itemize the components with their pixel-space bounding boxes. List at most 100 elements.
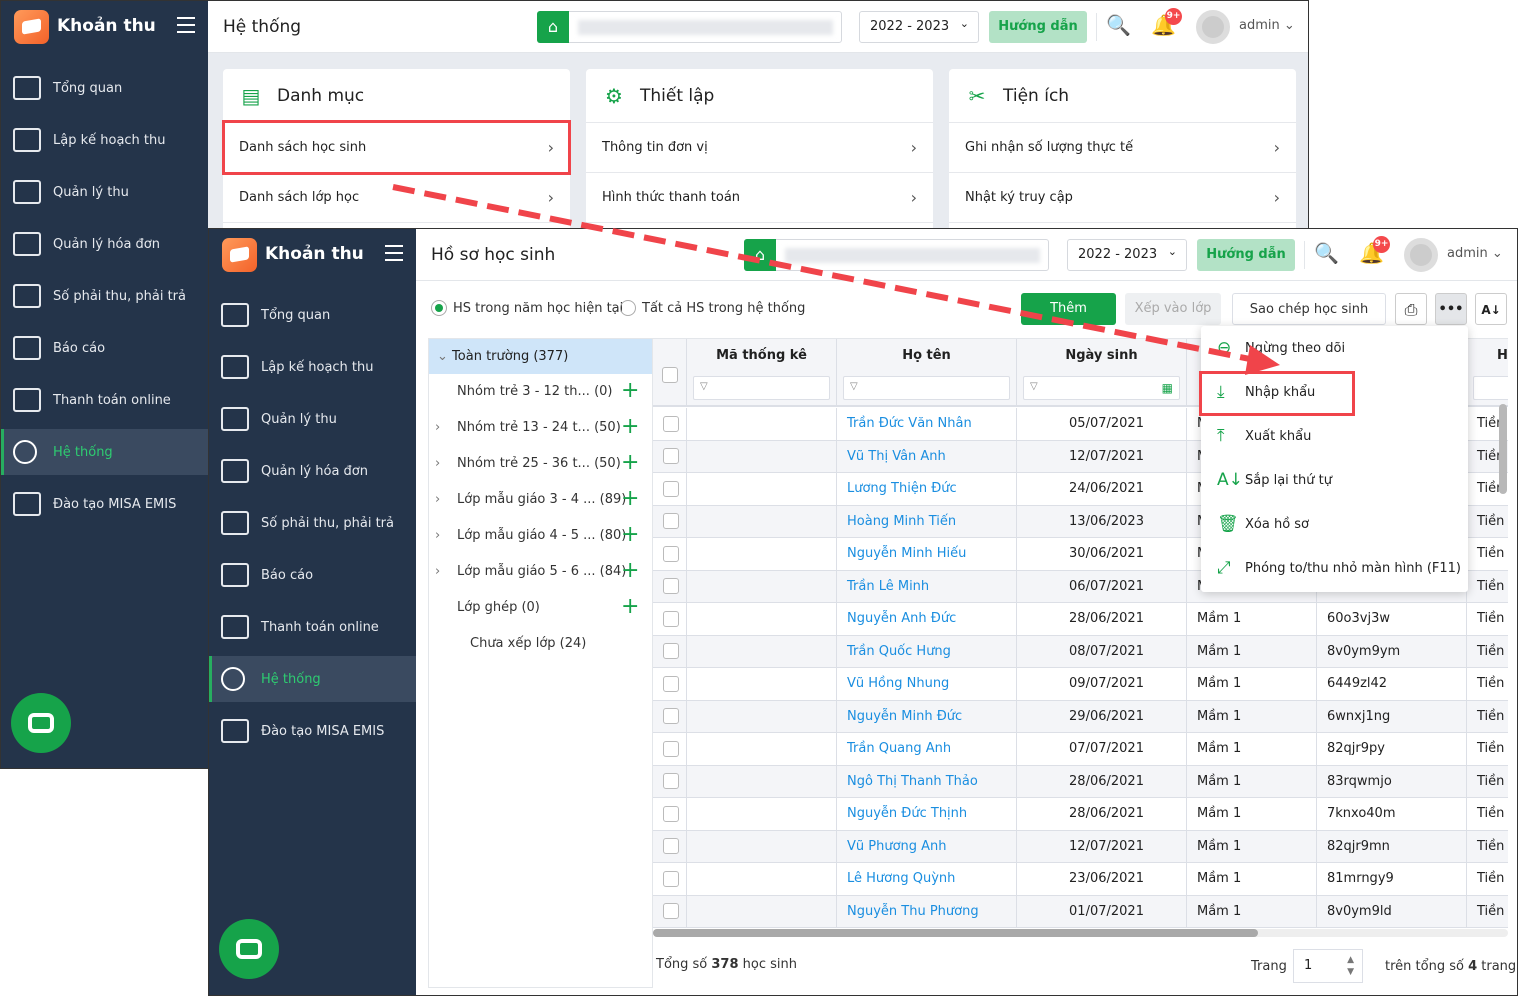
sidebar-item-pie-chart[interactable]: Báo cáo: [209, 552, 416, 598]
sidebar-item-calendar-dollar[interactable]: Lập kế hoạch thu: [1, 117, 208, 163]
cell-name[interactable]: Nguyễn Đức Thịnh: [837, 798, 1017, 830]
search-chart-icon[interactable]: 🔍: [1106, 13, 1131, 37]
cell-checkbox[interactable]: [653, 798, 687, 830]
add-icon[interactable]: +: [621, 409, 639, 445]
cell-checkbox[interactable]: [653, 473, 687, 505]
guide-button[interactable]: Hướng dẫn: [989, 11, 1087, 43]
user-menu[interactable]: admin ⌄: [1239, 18, 1295, 33]
sidebar-item-gear[interactable]: Hệ thống: [1, 429, 208, 475]
search-chart-icon[interactable]: 🔍: [1314, 241, 1339, 265]
cell-name[interactable]: Nguyễn Minh Đức: [837, 700, 1017, 733]
menu-item-sort-az[interactable]: A↓ Sắp lại thứ tự: [1201, 458, 1468, 502]
row-checkbox[interactable]: [663, 675, 679, 692]
filter-input[interactable]: ▽ ▦: [1023, 376, 1180, 400]
row-checkbox[interactable]: [663, 513, 679, 529]
table-row[interactable]: Nguyễn Thu Phương 01/07/2021 Mầm 1 8v0ym9ld…: [653, 895, 1508, 928]
row-checkbox[interactable]: [663, 708, 679, 724]
tree-node-unassigned[interactable]: Chưa xếp lớp (24): [429, 626, 652, 662]
cell-name[interactable]: Trần Quang Anh: [837, 733, 1017, 765]
menu-item-minus-circle[interactable]: ⊖ Ngừng theo dõi: [1201, 326, 1468, 370]
cell-checkbox[interactable]: [653, 668, 687, 700]
cell-stat-code[interactable]: [687, 668, 837, 700]
row-checkbox[interactable]: [663, 740, 679, 757]
cell-name[interactable]: Vũ Thị Vân Anh: [837, 440, 1017, 473]
tree-node[interactable]: Lớp ghép (0) +: [429, 590, 652, 626]
row-checkbox[interactable]: [663, 415, 679, 432]
cell-stat-code[interactable]: [687, 765, 837, 798]
stepper-icon[interactable]: ▲ ▼: [1347, 954, 1354, 978]
chat-button[interactable]: [11, 693, 71, 753]
tree-node[interactable]: › Nhóm trẻ 13 - 24 t... (50) +: [429, 410, 652, 446]
cell-stat-code[interactable]: [687, 538, 837, 570]
column-header-name[interactable]: Họ tên ▽: [837, 339, 1017, 407]
sidebar-item-card-payment[interactable]: Thanh toán online: [1, 377, 208, 423]
radio-all-students[interactable]: Tất cả HS trong hệ thống: [620, 300, 805, 316]
table-row[interactable]: Trần Quang Anh 07/07/2021 Mầm 1 82qjr9py Tiề…: [653, 733, 1508, 766]
copy-students-button[interactable]: Sao chép học sinh: [1232, 293, 1386, 325]
add-icon[interactable]: +: [621, 553, 639, 589]
cell-stat-code[interactable]: [687, 408, 837, 440]
chat-button[interactable]: [219, 919, 279, 979]
guide-button[interactable]: Hướng dẫn: [1197, 239, 1295, 271]
hamburger-icon[interactable]: [385, 245, 403, 261]
card-link[interactable]: Nhật ký truy cập ›: [949, 173, 1296, 223]
cell-stat-code[interactable]: [687, 603, 837, 635]
table-row[interactable]: Nguyễn Minh Đức 29/06/2021 Mầm 1 6wnxj1ng Ti…: [653, 700, 1508, 733]
row-checkbox[interactable]: [663, 448, 679, 464]
chevron-right-icon[interactable]: ›: [435, 518, 440, 554]
cell-name[interactable]: Trần Đức Văn Nhân: [837, 408, 1017, 440]
hamburger-icon[interactable]: [177, 17, 195, 33]
add-icon[interactable]: +: [621, 481, 639, 517]
sort-az-icon[interactable]: A↓: [1475, 293, 1507, 325]
tree-node[interactable]: › Lớp mẫu giáo 3 - 4 ... (89) +: [429, 482, 652, 518]
chevron-right-icon[interactable]: ›: [435, 482, 440, 518]
row-checkbox[interactable]: [663, 480, 679, 497]
cell-checkbox[interactable]: [653, 440, 687, 473]
cell-checkbox[interactable]: [653, 700, 687, 733]
user-menu[interactable]: admin ⌄: [1447, 246, 1503, 261]
cell-name[interactable]: Vũ Phương Anh: [837, 830, 1017, 863]
card-link[interactable]: Ghi nhận số lượng thực tế ›: [949, 123, 1296, 173]
add-icon[interactable]: +: [621, 445, 639, 481]
table-row[interactable]: Ngô Thị Thanh Thảo 28/06/2021 Mầm 1 83rqwmj…: [653, 765, 1508, 798]
chevron-right-icon[interactable]: ›: [435, 554, 440, 590]
column-header-dob[interactable]: Ngày sinh ▽ ▦: [1017, 339, 1187, 407]
sidebar-item-book[interactable]: Đào tạo MISA EMIS: [209, 708, 416, 754]
card-link[interactable]: Danh sách học sinh ›: [223, 123, 570, 173]
add-icon[interactable]: +: [621, 589, 639, 625]
sidebar-item-card-payment[interactable]: Thanh toán online: [209, 604, 416, 650]
row-checkbox[interactable]: [663, 610, 679, 627]
filter-input[interactable]: ▽: [843, 376, 1010, 400]
sidebar-item-hand-money[interactable]: Quản lý thu: [209, 396, 416, 442]
menu-item-export[interactable]: ⤒ Xuất khẩu: [1201, 414, 1468, 458]
cell-stat-code[interactable]: [687, 830, 837, 863]
cell-name[interactable]: Lương Thiện Đức: [837, 473, 1017, 505]
cell-name[interactable]: Nguyễn Minh Hiếu: [837, 538, 1017, 570]
cell-stat-code[interactable]: [687, 733, 837, 765]
avatar[interactable]: [1196, 10, 1230, 44]
row-checkbox[interactable]: [663, 805, 679, 822]
cell-name[interactable]: Ngô Thị Thanh Thảo: [837, 765, 1017, 798]
cell-checkbox[interactable]: [653, 408, 687, 440]
table-row[interactable]: Trần Quốc Hưng 08/07/2021 Mầm 1 8v0ym9ym Tiề…: [653, 635, 1508, 668]
calendar-icon[interactable]: ▦: [1162, 381, 1173, 395]
cell-name[interactable]: Vũ Hồng Nhung: [837, 668, 1017, 700]
add-icon[interactable]: +: [621, 517, 639, 553]
column-header-stat-code[interactable]: Mã thống kê ▽: [687, 339, 837, 407]
cell-stat-code[interactable]: [687, 895, 837, 928]
page-number-input[interactable]: 1 ▲ ▼: [1293, 949, 1363, 983]
select-all-checkbox[interactable]: [653, 339, 687, 407]
card-link[interactable]: Hình thức thanh toán ›: [586, 173, 933, 223]
unit-selector[interactable]: ⌂: [744, 239, 1049, 271]
cell-name[interactable]: Nguyễn Thu Phương: [837, 895, 1017, 928]
sidebar-item-bar-chart[interactable]: Tổng quan: [1, 65, 208, 111]
row-checkbox[interactable]: [663, 870, 679, 887]
sidebar-item-invoice[interactable]: Quản lý hóa đơn: [209, 448, 416, 494]
cell-checkbox[interactable]: [653, 895, 687, 928]
tree-node[interactable]: › Nhóm trẻ 25 - 36 t... (50) +: [429, 446, 652, 482]
cell-stat-code[interactable]: [687, 635, 837, 668]
add-button[interactable]: Thêm: [1021, 293, 1116, 325]
row-checkbox[interactable]: [663, 545, 679, 562]
sidebar-item-bar-chart[interactable]: Tổng quan: [209, 292, 416, 338]
cell-checkbox[interactable]: [653, 603, 687, 635]
